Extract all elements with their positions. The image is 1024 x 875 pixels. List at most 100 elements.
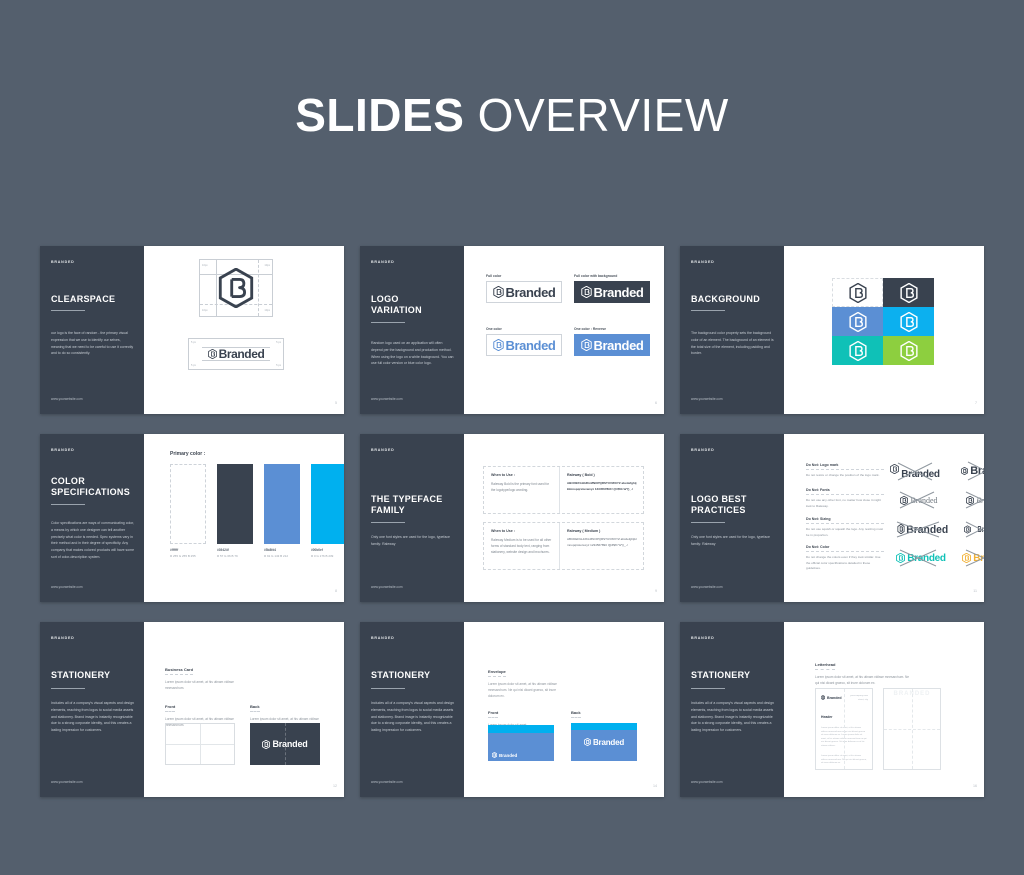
- website-url: www.yourwebsite.com: [51, 585, 83, 589]
- color-rgb: R 255 G 255 B 255: [170, 554, 196, 558]
- slide-title-line2: VARIATION: [371, 305, 422, 315]
- slide-thumbnail-stationery-business-card[interactable]: BRANDED STATIONERY Includes all of a com…: [40, 622, 344, 797]
- slide-thumbnail-clearspace[interactable]: BRANDED CLEARSPACE our logo is the face …: [40, 246, 344, 414]
- slide-body-text: our logo is the face of random - the pri…: [51, 331, 134, 356]
- slide-title: CLEARSPACE: [51, 294, 116, 304]
- slide-thumbnail-logo-variation[interactable]: BRANDED LOGO VARIATION Random logo used …: [360, 246, 664, 414]
- section-text: Lorem ipsum dolor sit amet, at his utina…: [488, 682, 557, 698]
- cross-out-icon: [899, 549, 937, 567]
- typeface-usage-text: Raleway Medium is to be used for all oth…: [491, 538, 552, 554]
- dont-example: Branded: [890, 490, 948, 510]
- color-swatch: [170, 464, 206, 544]
- back-label: Back: [250, 704, 260, 712]
- variant-swatch: Branded: [574, 334, 650, 356]
- title-rule: [51, 504, 85, 505]
- typeface-specimen: Raleway ( Medium ) ABCDEFGHIJKLMNOPQRSTU…: [560, 523, 643, 569]
- dont-example: Branded: [890, 548, 952, 568]
- slide-sidebar: BRANDED STATIONERY Includes all of a com…: [40, 622, 144, 797]
- color-rgb: R 57 G 66 B 79: [217, 554, 238, 558]
- logo-mark-icon: [899, 311, 918, 332]
- slide-sidebar: BRANDED COLOR SPECIFICATIONS Color speci…: [40, 434, 144, 602]
- slide-thumbnail-typeface-family[interactable]: BRANDED THE TYPEFACE FAMILY Only one fon…: [360, 434, 664, 602]
- slide-sidebar: BRANDED STATIONERY Includes all of a com…: [360, 622, 464, 797]
- slide-title: LOGO VARIATION: [371, 294, 422, 316]
- business-card-front-mockup: [165, 723, 235, 765]
- slide-thumbnail-stationery-letterhead[interactable]: BRANDED STATIONERY Includes all of a com…: [680, 622, 984, 797]
- logo-mark-icon: [848, 311, 867, 332]
- logo-mark-icon: [218, 268, 254, 308]
- brandmark-label: BRANDED: [51, 448, 75, 452]
- dont-example: Branded: [956, 548, 984, 568]
- envelope-front-mockup: Branded: [488, 725, 554, 761]
- variant-swatch: Branded: [486, 281, 562, 303]
- page-number: 7: [975, 401, 977, 405]
- variant-swatch: Branded: [574, 281, 650, 303]
- typeface-name: Raleway ( Medium ): [567, 529, 601, 533]
- color-hex: #5b8fd4: [264, 548, 277, 552]
- typeface-glyphs: ABCDEFGHIJKLMNOPQRSTUVWXYZ abcdefghijklm…: [567, 481, 637, 491]
- wordmark-text: Branded: [593, 284, 644, 300]
- color-swatch-item: #ffffff R 255 G 255 B 255: [170, 464, 206, 558]
- website-url: www.yourwebsite.com: [691, 780, 723, 784]
- background-swatch: [883, 278, 934, 307]
- wordmark-text: Branded: [827, 695, 842, 700]
- background-swatch: [832, 336, 883, 365]
- slide-thumbnail-background[interactable]: BRANDED BACKGROUND The background color …: [680, 246, 984, 414]
- slide-thumbnail-color-specifications[interactable]: BRANDED COLOR SPECIFICATIONS Color speci…: [40, 434, 344, 602]
- wordmark-text: Branded: [272, 739, 308, 749]
- page-number: 14: [653, 784, 657, 788]
- brandmark-label: BRANDED: [691, 636, 715, 640]
- typeface-card-medium: When to Use : Raleway Medium is to be us…: [483, 522, 644, 570]
- title-rule: [691, 688, 725, 689]
- slide-content: When to Use : Raleway Bold is the primar…: [464, 434, 664, 602]
- slide-content: Full color Branded Full color with backg…: [464, 246, 664, 414]
- page-title-light: OVERVIEW: [477, 89, 729, 141]
- clearspace-label: 10px: [202, 263, 208, 267]
- typeface-usage: When to Use : Raleway Medium is to be us…: [484, 523, 560, 569]
- title-rule: [371, 322, 405, 323]
- dont-example: Branded: [956, 490, 984, 510]
- section-heading: Business Card: [165, 667, 194, 675]
- typeface-usage-heading: When to Use :: [491, 529, 515, 533]
- wordmark-text: Branded: [593, 337, 644, 353]
- slide-sidebar: BRANDED LOGO BEST PRACTICES Only one fon…: [680, 434, 784, 602]
- cross-out-icon: [899, 491, 935, 509]
- envelope-back-mockup: Branded: [571, 723, 637, 761]
- logo-mark-icon: [492, 339, 504, 351]
- color-swatch: [311, 464, 344, 544]
- logo-mark-icon: [492, 752, 497, 758]
- front-label-block: Front Lorem ipsum dolor sit amet.: [488, 701, 550, 728]
- logo-mark-icon: [492, 286, 504, 298]
- typeface-usage-text: Raleway Bold is the primary font used fo…: [491, 482, 550, 492]
- dont-example: Branded: [956, 519, 984, 539]
- cross-out-icon: [897, 462, 933, 481]
- variant-caption: Full color with background: [574, 274, 618, 278]
- slide-thumbnail-stationery-envelope[interactable]: BRANDED STATIONERY Includes all of a com…: [360, 622, 664, 797]
- website-url: www.yourwebsite.com: [371, 780, 403, 784]
- best-practice-rule: Do Not: Fonts Do not use any other font,…: [806, 488, 884, 509]
- business-card-section: Business Card Lorem ipsum dolor sit amet…: [165, 658, 235, 691]
- rule-text: Do not use squish or squash the logo. An…: [806, 527, 884, 537]
- color-swatch-row: #ffffff R 255 G 255 B 255 #39424f R 57 G…: [170, 464, 344, 558]
- primary-color-label: Primary color :: [170, 451, 206, 457]
- section-text: Lorem ipsum dolor sit amet, at his utina…: [815, 675, 910, 685]
- slide-sidebar: BRANDED LOGO VARIATION Random logo used …: [360, 246, 464, 414]
- letterhead-meta: yourcompany.com street, city: [850, 695, 868, 701]
- background-swatch-grid: [832, 278, 934, 365]
- page-title-bold: SLIDES: [295, 89, 465, 141]
- color-swatch-item: #00b0ef R 0 G 176 B 239: [311, 464, 344, 558]
- slide-body-text: Color specifications are ways of communi…: [51, 521, 135, 559]
- back-label: Back: [571, 710, 581, 718]
- wordmark-text: Branded: [505, 284, 556, 300]
- clearspace-grid: 10px 10px 10px 10px: [199, 259, 273, 317]
- slide-thumbnail-logo-best-practices[interactable]: BRANDED LOGO BEST PRACTICES Only one fon…: [680, 434, 984, 602]
- slide-sidebar: BRANDED THE TYPEFACE FAMILY Only one fon…: [360, 434, 464, 602]
- brandmark-label: BRANDED: [371, 636, 395, 640]
- title-rule: [371, 688, 405, 689]
- background-swatch: [832, 278, 883, 307]
- color-swatch-item: #39424f R 57 G 66 B 79: [217, 464, 253, 558]
- section-heading: Letterhead: [815, 662, 836, 670]
- typeface-glyphs: ABCDEFGHIJKLMNOPQRSTUVWXYZ abcdefghijklm…: [567, 537, 637, 547]
- cross-out-icon: [965, 549, 984, 567]
- slide-title-line2: FAMILY: [371, 505, 405, 515]
